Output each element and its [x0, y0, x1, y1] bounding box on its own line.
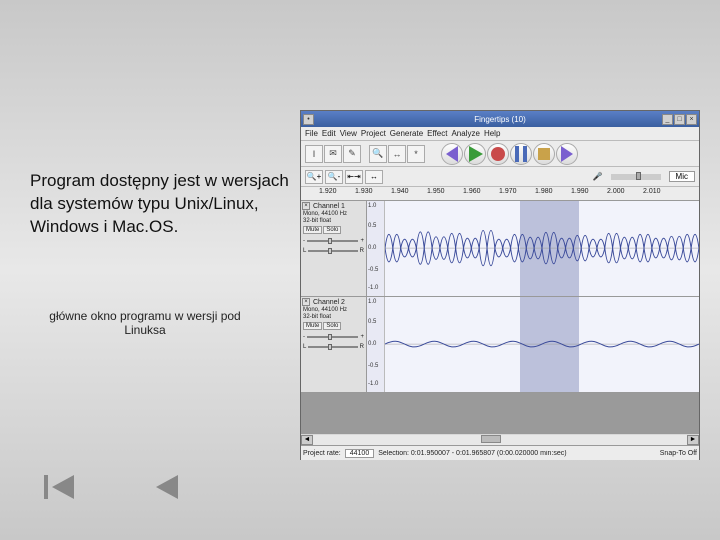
solo-button[interactable]: Solo — [323, 226, 341, 234]
menu-effect[interactable]: Effect — [427, 129, 447, 138]
ruler-tick: 1.980 — [535, 188, 553, 195]
track-close-icon[interactable]: × — [302, 298, 310, 306]
play-button[interactable] — [464, 143, 486, 165]
zoom-out-icon[interactable]: 🔍- — [325, 170, 343, 184]
track-name[interactable]: Channel 1 — [313, 203, 364, 210]
skip-end-button[interactable] — [556, 143, 578, 165]
amplitude-scale: 1.0 0.5 0.0 -0.5 -1.0 — [367, 297, 385, 392]
track-panel[interactable]: × Channel 2 Mono, 44100 Hz 32-bit float … — [301, 297, 367, 392]
envelope-tool-icon[interactable]: ✉ — [324, 145, 342, 163]
pan-slider[interactable]: LR — [303, 344, 364, 350]
pan-slider[interactable]: LR — [303, 248, 364, 254]
close-button[interactable]: × — [686, 114, 697, 125]
waveform-area[interactable]: 1.0 0.5 0.0 -0.5 -1.0 — [367, 297, 699, 392]
selection-tool-icon[interactable]: I — [305, 145, 323, 163]
ruler-tick: 1.990 — [571, 188, 589, 195]
track-name[interactable]: Channel 2 — [313, 299, 364, 306]
scroll-left-icon[interactable]: ◄ — [301, 435, 313, 445]
track-format: Mono, 44100 Hz — [303, 211, 364, 217]
app-window: • Fingertips (10) _ □ × File Edit View P… — [300, 110, 700, 460]
waveform-icon — [385, 201, 699, 295]
description-text: Program dostępny jest w wersjach dla sys… — [30, 170, 290, 239]
pause-button[interactable] — [510, 143, 532, 165]
stop-button[interactable] — [533, 143, 555, 165]
caption-text: główne okno programu w wersji pod Linuks… — [30, 309, 260, 337]
gain-slider[interactable]: -+ — [303, 334, 364, 340]
gain-slider[interactable]: -+ — [303, 238, 364, 244]
window-title: Fingertips (10) — [474, 115, 526, 124]
waveform-icon — [385, 297, 699, 391]
record-button[interactable] — [487, 143, 509, 165]
time-ruler[interactable]: 1.920 1.930 1.940 1.950 1.960 1.970 1.98… — [301, 187, 699, 201]
first-slide-button[interactable] — [40, 469, 84, 505]
mic-icon: 🎤 — [593, 172, 603, 181]
track-close-icon[interactable]: × — [302, 202, 310, 210]
draw-tool-icon[interactable]: ✎ — [343, 145, 361, 163]
ruler-tick: 2.010 — [643, 188, 661, 195]
prev-slide-button[interactable] — [144, 469, 188, 505]
waveform-area[interactable]: 1.0 0.5 0.0 -0.5 -1.0 — [367, 201, 699, 296]
ruler-tick: 1.950 — [427, 188, 445, 195]
solo-button[interactable]: Solo — [323, 322, 341, 330]
mute-button[interactable]: Mute — [303, 226, 322, 234]
skip-start-button[interactable] — [441, 143, 463, 165]
ruler-tick: 1.920 — [319, 188, 337, 195]
track-format: Mono, 44100 Hz — [303, 307, 364, 313]
toolbar-secondary: 🔍+ 🔍- ⇤⇥ ↔ 🎤 Mic — [301, 167, 699, 187]
menu-view[interactable]: View — [340, 129, 357, 138]
scroll-right-icon[interactable]: ► — [687, 435, 699, 445]
scrollbar-thumb[interactable] — [481, 435, 501, 443]
snap-status: Snap-To Off — [660, 450, 697, 457]
input-source-select[interactable]: Mic — [669, 171, 695, 182]
ruler-tick: 1.940 — [391, 188, 409, 195]
ruler-tick: 1.970 — [499, 188, 517, 195]
fit-project-icon[interactable]: ↔ — [365, 170, 383, 184]
track-2: × Channel 2 Mono, 44100 Hz 32-bit float … — [301, 297, 699, 393]
sysmenu-icon[interactable]: • — [303, 114, 314, 125]
track-area-empty — [301, 393, 699, 433]
track-1: × Channel 1 Mono, 44100 Hz 32-bit float … — [301, 201, 699, 297]
zoom-in-icon[interactable]: 🔍+ — [305, 170, 323, 184]
amplitude-scale: 1.0 0.5 0.0 -0.5 -1.0 — [367, 201, 385, 296]
timeshift-tool-icon[interactable]: ↔ — [388, 145, 406, 163]
zoom-tool-icon[interactable]: 🔍 — [369, 145, 387, 163]
multi-tool-icon[interactable]: * — [407, 145, 425, 163]
input-volume-slider[interactable] — [636, 172, 641, 180]
project-rate-label: Project rate: — [303, 450, 341, 457]
statusbar: Project rate: 44100 Selection: 0:01.9500… — [301, 445, 699, 460]
minimize-button[interactable]: _ — [662, 114, 673, 125]
ruler-tick: 1.960 — [463, 188, 481, 195]
fit-selection-icon[interactable]: ⇤⇥ — [345, 170, 363, 184]
slide-nav — [40, 469, 188, 505]
titlebar: • Fingertips (10) _ □ × — [301, 111, 699, 127]
track-panel[interactable]: × Channel 1 Mono, 44100 Hz 32-bit float … — [301, 201, 367, 296]
ruler-tick: 2.000 — [607, 188, 625, 195]
menu-file[interactable]: File — [305, 129, 318, 138]
menu-edit[interactable]: Edit — [322, 129, 336, 138]
menu-help[interactable]: Help — [484, 129, 500, 138]
project-rate-value[interactable]: 44100 — [345, 449, 374, 458]
selection-readout: Selection: 0:01.950007 - 0:01.965807 (0:… — [378, 450, 656, 457]
ruler-tick: 1.930 — [355, 188, 373, 195]
horizontal-scrollbar[interactable]: ◄ ► — [301, 433, 699, 445]
menu-project[interactable]: Project — [361, 129, 386, 138]
track-bits: 32-bit float — [303, 218, 364, 224]
menu-analyze[interactable]: Analyze — [451, 129, 479, 138]
menubar: File Edit View Project Generate Effect A… — [301, 127, 699, 141]
toolbar-main: I ✉ ✎ 🔍 ↔ * — [301, 141, 699, 167]
track-bits: 32-bit float — [303, 314, 364, 320]
mute-button[interactable]: Mute — [303, 322, 322, 330]
maximize-button[interactable]: □ — [674, 114, 685, 125]
menu-generate[interactable]: Generate — [390, 129, 423, 138]
